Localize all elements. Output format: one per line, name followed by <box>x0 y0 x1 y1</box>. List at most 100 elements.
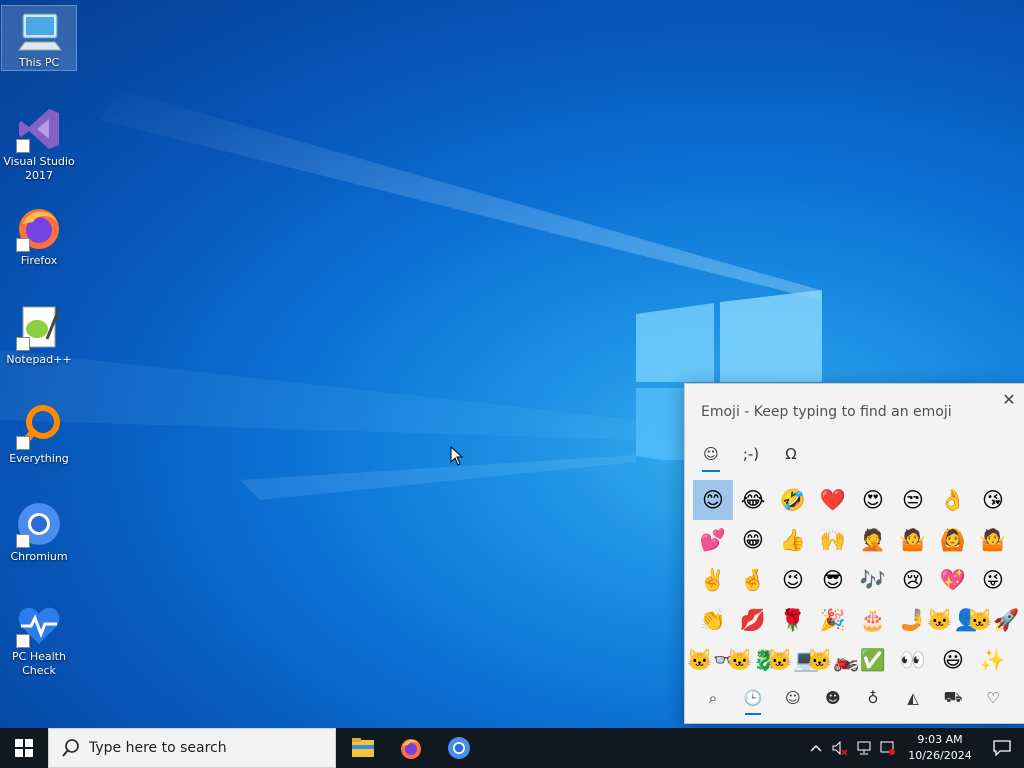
category-travel-icon[interactable]: ⛟ <box>933 684 973 712</box>
heart-pulse-icon <box>15 600 63 648</box>
chevron-up-icon[interactable] <box>804 728 828 768</box>
system-tray: 9:03 AM 10/26/2024 <box>804 728 1024 768</box>
firefox-icon <box>15 204 63 252</box>
chromium-icon <box>448 737 470 759</box>
emoji-cell[interactable]: 💋 <box>733 600 773 640</box>
shortcut-arrow-icon <box>16 534 30 548</box>
emoji-cell[interactable]: 🎶 <box>853 560 893 600</box>
taskbar-chromium[interactable] <box>435 728 483 768</box>
desktop-icon-label: Everything <box>9 452 69 465</box>
emoji-cell[interactable]: 🎉 <box>813 600 853 640</box>
emoji-cell[interactable]: 😎 <box>813 560 853 600</box>
network-icon[interactable] <box>852 728 876 768</box>
desktop-icon-firefox[interactable]: Firefox <box>2 204 76 268</box>
emoji-cell[interactable]: ❤️ <box>813 480 853 520</box>
desktop-icon-notepadpp[interactable]: Notepad++ <box>2 303 76 367</box>
emoji-cell[interactable]: 💖 <box>933 560 973 600</box>
emoji-cell[interactable]: 🤞 <box>733 560 773 600</box>
desktop-icon-label: PC Health Check <box>12 650 66 677</box>
start-button[interactable] <box>0 728 48 768</box>
shortcut-arrow-icon <box>16 139 30 153</box>
desktop-icon-label: Visual Studio 2017 <box>3 155 75 182</box>
close-icon[interactable]: ✕ <box>1001 392 1017 408</box>
shortcut-arrow-icon <box>16 337 30 351</box>
taskbar-clock[interactable]: 9:03 AM 10/26/2024 <box>900 732 980 764</box>
emoji-cell[interactable]: ✅ <box>853 640 893 680</box>
tab-symbols[interactable]: Ω <box>777 440 805 468</box>
emoji-cell[interactable]: 🤷 <box>893 520 933 560</box>
emoji-cell[interactable]: 🤷 <box>973 520 1013 560</box>
taskbar-file-explorer[interactable] <box>339 728 387 768</box>
volume-muted-icon[interactable] <box>828 728 852 768</box>
emoji-cell[interactable]: 😒 <box>893 480 933 520</box>
shortcut-arrow-icon <box>16 238 30 252</box>
category-food-icon[interactable]: ◭ <box>893 684 933 712</box>
emoji-cell[interactable]: 😍 <box>853 480 893 520</box>
taskbar-search-box[interactable]: Type here to search <box>48 728 336 768</box>
emoji-cell[interactable]: ✌️ <box>693 560 733 600</box>
emoji-cell[interactable]: 😢 <box>893 560 933 600</box>
category-recent-icon[interactable]: 🕒 <box>733 684 773 715</box>
taskbar: Type here to search 9:03 AM 10/26/2024 <box>0 728 1024 768</box>
emoji-cell[interactable]: 😘 <box>973 480 1013 520</box>
search-icon <box>62 739 79 757</box>
clock-date: 10/26/2024 <box>908 749 972 762</box>
tab-kaomoji[interactable]: ;-) <box>737 440 765 468</box>
computer-icon <box>15 6 63 54</box>
visual-studio-icon <box>15 105 63 153</box>
emoji-mode-tabs: ☺ ;-) Ω <box>697 440 805 472</box>
emoji-cell[interactable]: 🎂 <box>853 600 893 640</box>
emoji-category-bar: ⌕ 🕒 ☺ ☻ ♁ ◭ ⛟ ♡ <box>693 684 1013 715</box>
category-search-icon[interactable]: ⌕ <box>693 684 733 712</box>
desktop-icon-label: Notepad++ <box>6 353 72 366</box>
category-celebrations-icon[interactable]: ♁ <box>853 684 893 712</box>
emoji-cell[interactable]: 🤣 <box>773 480 813 520</box>
windows-start-icon <box>15 739 33 757</box>
desktop-icon-label: Firefox <box>20 254 58 267</box>
chromium-icon <box>15 500 63 548</box>
emoji-cell[interactable]: 🙆 <box>933 520 973 560</box>
tab-emoji[interactable]: ☺ <box>697 440 725 472</box>
category-people-icon[interactable]: ☻ <box>813 684 853 712</box>
desktop-icon-label: Chromium <box>10 550 68 563</box>
emoji-cell[interactable]: 💕 <box>693 520 733 560</box>
emoji-cell[interactable]: ✨ <box>973 640 1013 680</box>
emoji-cell[interactable]: 😂 <box>733 480 773 520</box>
folder-icon <box>352 738 374 757</box>
emoji-cell[interactable]: 😊 <box>693 480 733 520</box>
emoji-cell[interactable]: 😜 <box>973 560 1013 600</box>
emoji-panel: ✕ Emoji - Keep typing to find an emoji ☺… <box>684 383 1024 724</box>
desktop-icon-visual-studio[interactable]: Visual Studio 2017 <box>2 105 76 183</box>
clock-time: 9:03 AM <box>917 733 963 746</box>
desktop-icon-everything[interactable]: Everything <box>2 402 76 466</box>
emoji-cell[interactable]: 👏 <box>693 600 733 640</box>
desktop-icon-this-pc[interactable]: This PC <box>1 5 77 71</box>
emoji-cell[interactable]: 🤦 <box>853 520 893 560</box>
emoji-cell[interactable]: 😃 <box>933 640 973 680</box>
desktop-icon-pc-health-check[interactable]: PC Health Check <box>2 600 76 678</box>
shortcut-arrow-icon <box>16 436 30 450</box>
emoji-cell[interactable]: 🐱‍🏍 <box>807 640 859 680</box>
category-symbols-icon[interactable]: ♡ <box>973 684 1013 712</box>
mouse-pointer-icon <box>450 446 464 466</box>
everything-search-icon <box>15 402 63 450</box>
category-smileys-icon[interactable]: ☺ <box>773 684 813 712</box>
emoji-cell[interactable]: 🐱‍🚀 <box>967 600 1019 640</box>
emoji-grid: 😊 😂 🤣 ❤️ 😍 😒 👌 😘 💕 😁 👍 🙌 🤦 🤷 🙆 🤷 ✌️ 🤞 😉 😎 🎶 😢 💖 😜 👏 💋 🌹 🎉 🎂 🤳 🐱‍👤 🐱‍🚀 🐱‍… <box>687 480 1019 680</box>
desktop-icon-label: This PC <box>18 56 60 69</box>
desktop-icon-chromium[interactable]: Chromium <box>2 500 76 564</box>
emoji-cell[interactable]: 👍 <box>773 520 813 560</box>
emoji-cell[interactable]: 🙌 <box>813 520 853 560</box>
emoji-cell[interactable]: 😁 <box>733 520 773 560</box>
search-placeholder: Type here to search <box>89 740 227 756</box>
emoji-cell[interactable]: 👌 <box>933 480 973 520</box>
shortcut-arrow-icon <box>16 634 30 648</box>
emoji-cell[interactable]: 👀 <box>893 640 933 680</box>
action-center-button[interactable] <box>980 728 1024 768</box>
emoji-cell[interactable]: 😉 <box>773 560 813 600</box>
security-warning-icon[interactable] <box>876 728 900 768</box>
firefox-icon <box>401 739 421 759</box>
notepadpp-icon <box>15 303 63 351</box>
taskbar-firefox[interactable] <box>387 728 435 768</box>
emoji-cell[interactable]: 🌹 <box>773 600 813 640</box>
